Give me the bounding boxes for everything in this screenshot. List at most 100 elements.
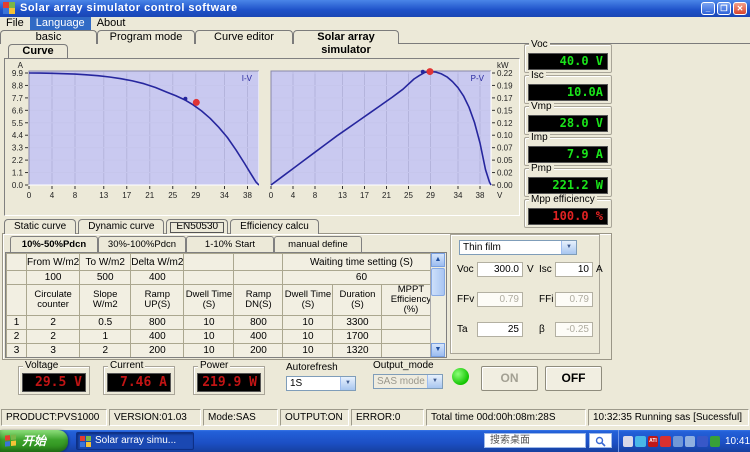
isc-input[interactable] [555, 262, 593, 277]
scrollbar-thumb[interactable] [431, 268, 445, 296]
task-app-icon [80, 436, 91, 447]
table-cell[interactable]: 2 [25, 329, 81, 344]
main-tab-basic[interactable]: basic [0, 30, 97, 44]
security-alert-icon[interactable] [660, 435, 671, 447]
chart-panel: 9.9 8.8 7.7 6.6 5.5 4.4 3.3 2.2 1.1 0.0 0 4 8 13 17 21 2… [4, 58, 520, 216]
taskbar-task-button[interactable]: Solar array simu... [76, 432, 194, 450]
chevron-down-icon[interactable]: ▼ [561, 241, 576, 254]
chevron-down-icon[interactable]: ▼ [340, 377, 355, 390]
mpp-efficiency-display-group: Mpp efficiency 100.0 % [524, 194, 612, 228]
table-cell[interactable]: 400 [130, 270, 185, 285]
tab-efficiency-calcu[interactable]: Efficiency calcu [230, 219, 319, 234]
table-cell[interactable]: 1207 [333, 358, 382, 359]
taskbar-clock[interactable]: 10:41 [725, 436, 750, 447]
tab-static-curve[interactable]: Static curve [4, 219, 77, 234]
scroll-down-arrow-icon[interactable]: ▼ [431, 343, 445, 357]
table-cell[interactable]: 100 [25, 270, 81, 285]
display-value: 7.9 A [528, 146, 608, 163]
main-tab-curve-editor[interactable]: Curve editor [195, 30, 293, 44]
menu-language[interactable]: Language [29, 17, 91, 30]
autorefresh-select[interactable]: 1S ▼ [286, 376, 356, 391]
col-header: Dwell Time (S) [183, 284, 235, 316]
autorefresh-value: 1S [290, 378, 303, 389]
table-cell[interactable]: 400 [130, 329, 185, 344]
table-cell[interactable]: 10 [184, 358, 234, 359]
cell-type-select[interactable]: Thin film ▼ [459, 240, 577, 255]
restore-button[interactable]: ❐ [717, 2, 731, 15]
voc-input[interactable] [477, 262, 523, 277]
table-cell[interactable]: 800 [130, 315, 185, 330]
row-header[interactable]: 4 [7, 358, 27, 359]
ati-icon[interactable]: ATI [647, 435, 659, 447]
row-header[interactable]: 3 [6, 343, 27, 357]
table-cell[interactable]: 1 [79, 329, 132, 344]
table-cell[interactable]: 400 [233, 329, 284, 344]
subtab-manual-define[interactable]: manual define [274, 236, 362, 252]
table-cell[interactable]: 133 [234, 358, 283, 359]
subtab-30--100-pdcn[interactable]: 30%-100%Pdcn [98, 236, 186, 252]
display-settings-icon[interactable] [672, 435, 683, 447]
table-cell[interactable]: 10 [282, 329, 334, 344]
table-cell[interactable]: 500 [79, 270, 132, 285]
svg-text:38: 38 [243, 191, 252, 200]
table-cell[interactable]: 800 [233, 315, 284, 330]
table-cell[interactable]: 10 [183, 329, 235, 344]
table-cell[interactable]: 3 [80, 358, 131, 359]
table-cell[interactable]: 133 [131, 358, 184, 359]
table-cell[interactable]: 10 [283, 358, 333, 359]
antivirus-icon[interactable] [709, 435, 720, 447]
shield-v-icon[interactable] [697, 435, 708, 447]
table-cell[interactable]: 2 [25, 315, 81, 330]
table-cell[interactable]: 200 [130, 343, 185, 357]
table-cell[interactable]: 200 [233, 343, 284, 357]
minimize-button[interactable]: _ [701, 2, 715, 15]
table-cell[interactable]: 4 [27, 358, 80, 359]
row-header[interactable]: 2 [6, 329, 27, 344]
desktop-search-input[interactable]: 搜索桌面 [484, 433, 586, 448]
table-cell[interactable]: 1320 [332, 343, 383, 357]
close-button[interactable]: ✕ [733, 2, 747, 15]
main-tab-solar-array-simulator[interactable]: Solar array simulator [293, 30, 399, 56]
scroll-up-arrow-icon[interactable]: ▲ [431, 253, 445, 267]
tab-dynamic-curve[interactable]: Dynamic curve [78, 219, 165, 234]
table-cell[interactable]: 3300 [332, 315, 383, 330]
table-cell[interactable]: 2 [79, 343, 132, 357]
autorefresh-label: Autorefresh [286, 362, 338, 373]
main-tab-program-mode[interactable]: Program mode [97, 30, 195, 44]
ta-input[interactable] [477, 322, 523, 337]
table-cell[interactable]: 3 [25, 343, 81, 357]
chevron-down-icon: ▼ [427, 375, 442, 388]
svg-text:0: 0 [27, 191, 32, 200]
row-header[interactable]: 1 [6, 315, 27, 330]
measurement-panel: Voc 40.0 V Isc 10.0A Vmp 28.0 V Imp 7.9 A Pmp 221… [524, 39, 612, 230]
table-scrollbar[interactable]: ▲ ▼ [430, 253, 446, 357]
keyboard-icon[interactable] [623, 435, 634, 447]
table-cell[interactable] [233, 270, 284, 285]
screen: Solar array simulator control software _… [0, 0, 750, 452]
table-cell[interactable]: 0.5 [79, 315, 132, 330]
sub-tab-strip: 10%-50%Pdcn30%-100%Pdcn1-10% Start Shunt… [10, 236, 362, 265]
display-value: 10.0A [528, 84, 608, 101]
menu-file[interactable]: File [0, 17, 30, 30]
messenger-icon[interactable] [635, 435, 646, 447]
row-header[interactable] [6, 270, 27, 285]
table-cell[interactable]: 60 [282, 270, 441, 285]
table-cell[interactable]: 10 [183, 343, 235, 357]
network-icon[interactable] [684, 435, 696, 447]
table-cell[interactable]: 1700 [332, 329, 383, 344]
off-button[interactable]: OFF [545, 366, 602, 391]
search-button[interactable] [589, 433, 612, 448]
tab-en50530[interactable]: EN50530 [166, 219, 229, 234]
output-mode-value: SAS mode [377, 376, 425, 387]
subtab-10--50-pdcn[interactable]: 10%-50%Pdcn [10, 236, 98, 252]
table-cell[interactable]: 10 [183, 315, 235, 330]
subtab-1-10-start-shuntdown[interactable]: 1-10% Start ShuntDown [186, 236, 274, 265]
start-button[interactable]: 开始 [0, 430, 68, 452]
table-cell[interactable] [382, 358, 440, 359]
menu-about[interactable]: About [91, 17, 132, 30]
svg-text:kW: kW [497, 61, 509, 70]
table-cell[interactable]: 10 [282, 315, 334, 330]
table-cell[interactable] [183, 270, 235, 285]
tab-curve[interactable]: Curve [8, 44, 68, 58]
table-cell[interactable]: 10 [282, 343, 334, 357]
